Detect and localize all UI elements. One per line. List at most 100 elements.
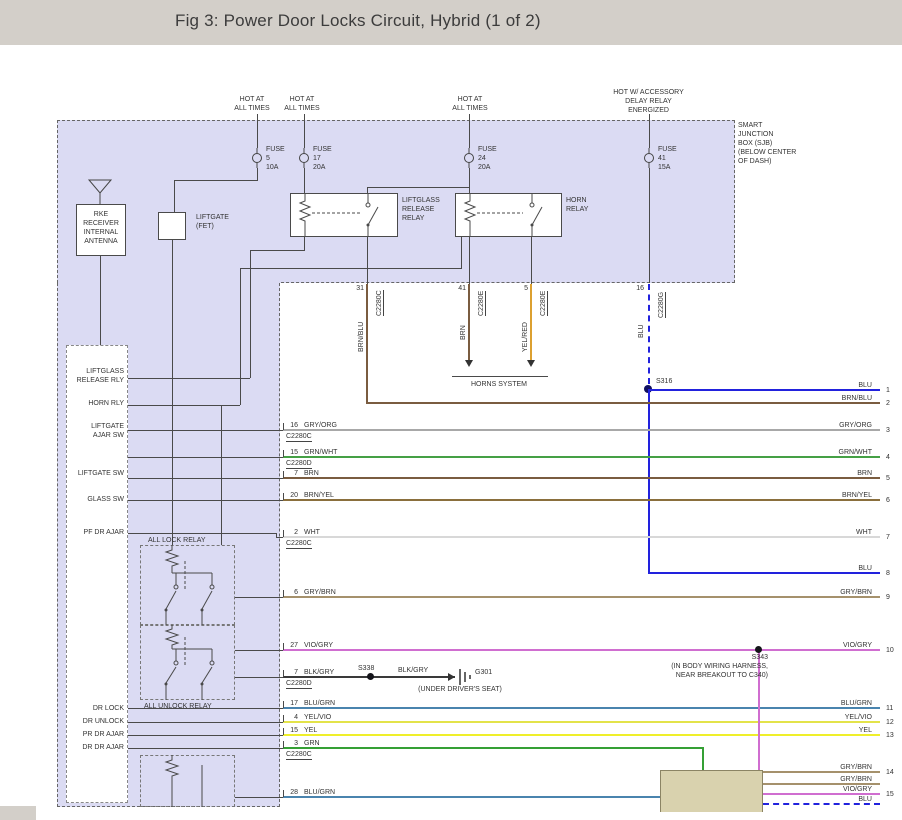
circuit-number: 9 bbox=[886, 593, 890, 602]
wire-color-label: BLU/GRN bbox=[800, 699, 872, 708]
ground-icon bbox=[458, 668, 472, 686]
wire-color-label: BLU bbox=[638, 324, 645, 338]
wire-color-label: WHT bbox=[304, 528, 320, 537]
splice-s343-label: S343 bbox=[620, 653, 768, 662]
pin-number: 15 bbox=[282, 448, 298, 457]
fuse-icon bbox=[463, 148, 475, 168]
figure-title: Fig 3: Power Door Locks Circuit, Hybrid … bbox=[175, 11, 541, 31]
wire-segment bbox=[235, 797, 283, 798]
pin-number: 15 bbox=[282, 726, 298, 735]
wire-segment bbox=[257, 168, 258, 180]
figure-title-bar: Fig 3: Power Door Locks Circuit, Hybrid … bbox=[0, 0, 902, 45]
wire-segment bbox=[649, 114, 650, 148]
pin-number: 6 bbox=[282, 588, 298, 597]
wire-blugrn-row-11 bbox=[283, 707, 880, 709]
io-label: PF DR AJAR bbox=[68, 528, 124, 537]
fuse-name: FUSE bbox=[478, 145, 497, 154]
io-label: GLASS SW bbox=[68, 495, 124, 504]
circuit-number: 11 bbox=[886, 704, 893, 713]
wire-color-label: GRY/ORG bbox=[304, 421, 337, 430]
wire-segment bbox=[128, 722, 283, 723]
connector-label: C2280D bbox=[286, 459, 312, 469]
wire-wht-row-7 bbox=[283, 536, 880, 538]
fuse-number: 17 bbox=[313, 154, 332, 163]
fuse-rating: 15A bbox=[658, 163, 677, 172]
wire-segment bbox=[304, 237, 305, 250]
wire-segment bbox=[235, 677, 283, 678]
wire-grnwht-row-4 bbox=[283, 456, 880, 458]
fuse-icon bbox=[643, 148, 655, 168]
pin-number: 28 bbox=[282, 788, 298, 797]
circuit-number: 7 bbox=[886, 533, 890, 542]
wire-yelvio-row-12 bbox=[283, 721, 880, 723]
connector-label: C2280G bbox=[658, 292, 666, 318]
wire-grn-row bbox=[283, 747, 704, 749]
splice-s343-note: (IN BODY WIRING HARNESS, NEAR BREAKOUT T… bbox=[600, 662, 768, 680]
fuse-label: FUSE510A bbox=[266, 145, 285, 172]
wire-grybrn-row-9 bbox=[283, 596, 880, 598]
ground-g301-note: (UNDER DRIVER'S SEAT) bbox=[395, 685, 525, 694]
bottom-connector-block bbox=[660, 770, 763, 812]
arrow-down-icon bbox=[465, 360, 473, 367]
wire-color-label: GRY/BRN bbox=[800, 588, 872, 597]
wire-segment bbox=[649, 168, 650, 283]
pin-number: 31 bbox=[352, 284, 364, 293]
bottom-relay-icon bbox=[140, 755, 235, 807]
wire-segment bbox=[257, 114, 258, 148]
wire-viogry-row-10 bbox=[283, 649, 880, 651]
fuse-icon bbox=[251, 148, 263, 168]
circuit-number: 5 bbox=[886, 474, 890, 483]
wire-color-label: BRN/BLU bbox=[358, 322, 365, 352]
wire-color-label: GRN bbox=[304, 739, 320, 748]
pin-number: 17 bbox=[282, 699, 298, 708]
wire-color-label: GRY/BRN bbox=[800, 763, 872, 772]
wire-brnblu-vertical bbox=[366, 284, 368, 404]
wire-segment bbox=[174, 180, 258, 181]
fuse-rating: 20A bbox=[313, 163, 332, 172]
fuse-label: FUSE4115A bbox=[658, 145, 677, 172]
wire-segment bbox=[128, 405, 240, 406]
wire-segment bbox=[128, 735, 283, 736]
fuse-rating: 20A bbox=[478, 163, 497, 172]
pin-number: 7 bbox=[282, 668, 298, 677]
wire-color-label: BLK/GRY bbox=[304, 668, 334, 677]
wire-color-label: BLU bbox=[800, 381, 872, 390]
io-label: DR LOCK bbox=[68, 704, 124, 713]
pin-number: 27 bbox=[282, 641, 298, 650]
wire-segment bbox=[250, 250, 251, 378]
horns-system-label: HORNS SYSTEM bbox=[443, 380, 555, 389]
wire-brn-row-5 bbox=[283, 477, 880, 479]
circuit-number: 6 bbox=[886, 496, 890, 505]
wire-color-label: BRN bbox=[304, 469, 319, 478]
splice-s316-label: S316 bbox=[656, 377, 672, 386]
horns-system-bracket bbox=[452, 376, 548, 377]
wire-color-label: GRN/WHT bbox=[304, 448, 337, 457]
circuit-number: 14 bbox=[886, 768, 894, 777]
circuit-number: 8 bbox=[886, 569, 890, 578]
liftgate-fet-label: LIFTGATE (FET) bbox=[196, 213, 229, 231]
horn-relay-icon bbox=[455, 193, 562, 237]
wire-segment bbox=[367, 187, 470, 188]
wire-segment bbox=[531, 237, 532, 284]
circuit-number: 12 bbox=[886, 718, 894, 727]
wire-color-label: GRY/BRN bbox=[800, 775, 872, 784]
wire-color-label: YEL/VIO bbox=[304, 713, 331, 722]
wire-segment bbox=[469, 114, 470, 148]
io-label: LIFTGLASS RELEASE RLY bbox=[68, 367, 124, 385]
circuit-number: 2 bbox=[886, 399, 890, 408]
fuse-number: 41 bbox=[658, 154, 677, 163]
liftglass-relay-icon bbox=[290, 193, 398, 237]
all-unlock-relay-icon bbox=[140, 625, 235, 700]
wire-color-label: BRN bbox=[460, 325, 467, 340]
wire-color-label: BRN/YEL bbox=[304, 491, 334, 500]
circuit-number: 3 bbox=[886, 426, 890, 435]
wire-segment bbox=[469, 168, 470, 193]
wiring-diagram-page: Fig 3: Power Door Locks Circuit, Hybrid … bbox=[0, 0, 902, 820]
arrow-right-icon bbox=[448, 673, 455, 681]
wire-segment bbox=[235, 650, 283, 651]
all-lock-relay-icon bbox=[140, 545, 235, 625]
wire-grn-vertical bbox=[702, 747, 704, 770]
io-label: LIFTGATE SW bbox=[68, 469, 124, 478]
wire-segment bbox=[304, 114, 305, 148]
wire-yelred-vertical bbox=[530, 284, 532, 360]
